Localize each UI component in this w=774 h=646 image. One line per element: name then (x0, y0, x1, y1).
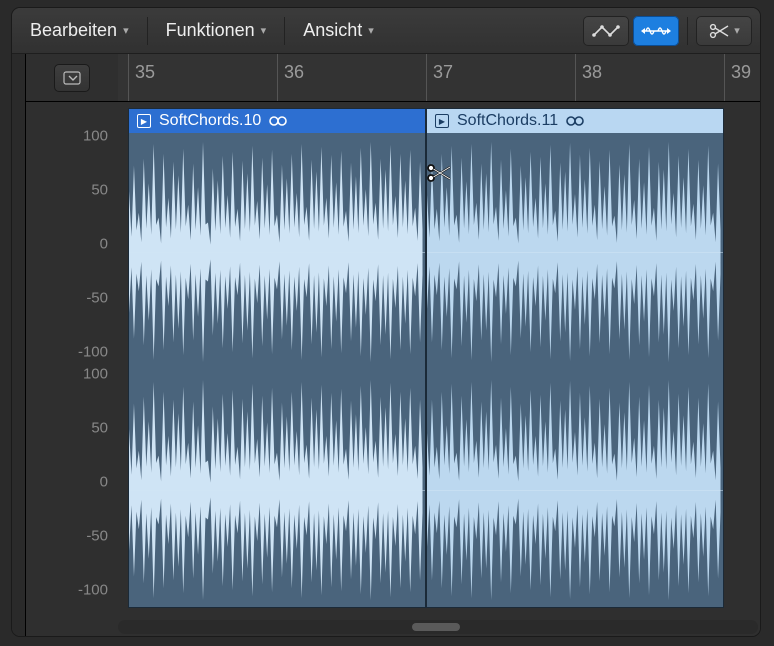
ruler-label: 39 (731, 62, 751, 83)
region-header[interactable]: ▶ SoftChords.10 (129, 109, 425, 133)
ruler-label: 35 (135, 62, 155, 83)
divider (284, 17, 285, 45)
amplitude-scale: 100 50 0 -50 -100 100 50 0 -50 -100 (26, 102, 118, 618)
chevron-down-icon: ▾ (123, 24, 129, 37)
menu-functions-label: Funktionen (166, 20, 255, 41)
region-name: SoftChords.11 (457, 112, 558, 130)
toolbar: Bearbeiten ▾ Funktionen ▾ Ansicht ▾ (12, 8, 760, 54)
waveform (427, 133, 723, 371)
ruler-tick: 38 (575, 54, 576, 101)
flex-button[interactable] (633, 16, 679, 46)
amp-label: -50 (86, 528, 108, 545)
play-icon: ▶ (137, 114, 151, 128)
ruler-label: 36 (284, 62, 304, 83)
amp-label: 0 (100, 474, 108, 491)
chevron-down-icon: ▾ (368, 24, 374, 37)
amp-label: 100 (83, 366, 108, 383)
ruler-label: 37 (433, 62, 453, 83)
chevron-down-icon: ▾ (261, 24, 267, 37)
menu-edit-label: Bearbeiten (30, 20, 117, 41)
track-area[interactable]: ▶ SoftChords.10 ▶ SoftChords.11 (118, 102, 760, 618)
menu-edit[interactable]: Bearbeiten ▾ (20, 14, 139, 47)
chevron-down-icon: ▾ (734, 24, 740, 37)
audio-region[interactable]: ▶ SoftChords.10 (128, 108, 426, 608)
left-column: 100 50 0 -50 -100 100 50 0 -50 -100 (26, 54, 118, 636)
amp-label: 50 (91, 420, 108, 437)
editor-panel: Bearbeiten ▾ Funktionen ▾ Ansicht ▾ (12, 8, 760, 636)
vscroll-gutter[interactable] (12, 54, 26, 636)
hscrollbar[interactable] (118, 620, 758, 634)
amp-label: 0 (100, 236, 108, 253)
automation-curve-button[interactable] (583, 16, 629, 46)
ruler-label: 38 (582, 62, 602, 83)
audio-region[interactable]: ▶ SoftChords.11 (426, 108, 724, 608)
menu-functions[interactable]: Funktionen ▾ (156, 14, 277, 47)
play-icon: ▶ (435, 114, 449, 128)
waveform (129, 133, 425, 371)
scissors-tool-button[interactable]: ▾ (696, 16, 752, 46)
amp-label: -100 (78, 344, 108, 361)
amp-label: 50 (91, 182, 108, 199)
ruler-tick: 39 (724, 54, 725, 101)
ruler-tick: 37 (426, 54, 427, 101)
ruler-tick: 36 (277, 54, 278, 101)
waveform (427, 371, 723, 608)
amp-label: 100 (83, 128, 108, 145)
divider (147, 17, 148, 45)
catch-playhead-button[interactable] (54, 64, 90, 92)
divider (687, 17, 688, 45)
amp-label: -50 (86, 290, 108, 307)
menu-view-label: Ansicht (303, 20, 362, 41)
hscrollbar-thumb[interactable] (412, 623, 460, 631)
region-name: SoftChords.10 (159, 112, 261, 130)
timeline-ruler[interactable]: 35 36 37 38 39 (118, 54, 760, 102)
waveform (129, 371, 425, 608)
ruler-tick: 35 (128, 54, 129, 101)
link-icon (269, 115, 287, 127)
amp-label: -100 (78, 582, 108, 599)
menu-view[interactable]: Ansicht ▾ (293, 14, 384, 47)
link-icon (566, 115, 584, 127)
region-header[interactable]: ▶ SoftChords.11 (427, 109, 723, 133)
main-area: 35 36 37 38 39 ▶ SoftChords.10 ▶ SoftChords.11 (118, 54, 760, 636)
